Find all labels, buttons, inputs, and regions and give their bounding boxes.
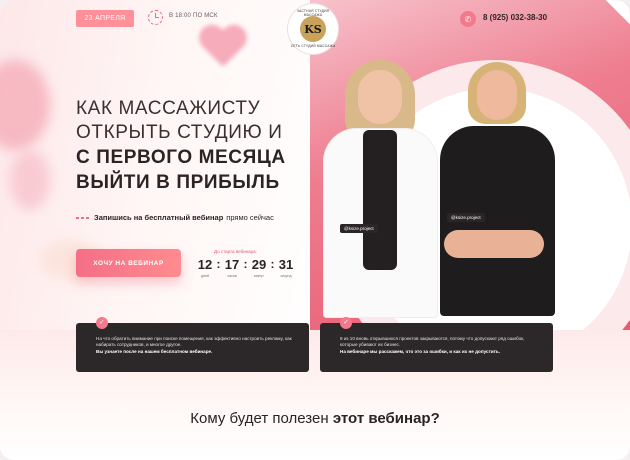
presenter-right-face bbox=[477, 70, 517, 120]
timer-separator: : bbox=[243, 257, 248, 271]
section-title-plain: Кому будет полезен bbox=[190, 410, 329, 427]
presenter-left-face bbox=[358, 70, 402, 124]
balloon-blur bbox=[0, 60, 50, 150]
timer-days-value: 12 bbox=[197, 257, 213, 272]
timer-label: До старта вебинара: bbox=[214, 249, 257, 254]
timer-separator: : bbox=[270, 257, 275, 271]
headline-line-1: КАК МАССАЖИСТУ bbox=[76, 98, 261, 119]
timer-hours: 17 часов bbox=[222, 257, 242, 278]
timer-seconds-value: 31 bbox=[278, 257, 294, 272]
timer-hours-caption: часов bbox=[227, 274, 237, 278]
logo-bottom-text: СЕТЬ СТУДИЙ МАССАЖА bbox=[290, 44, 336, 48]
instagram-tag-right[interactable]: @ksize.project bbox=[447, 213, 485, 222]
headline-line-4: ВЫЙТИ В ПРИБЫЛЬ bbox=[76, 172, 280, 193]
countdown-timer: 12 дней : 17 часов : 29 минут : 31 секун… bbox=[195, 257, 296, 278]
webinar-time: В 18:00 ПО МСК bbox=[169, 13, 218, 19]
info-card-2-text: 9 из 10 вновь открывшихся проектов закры… bbox=[340, 336, 525, 348]
page-curl bbox=[600, 0, 630, 30]
phone-icon[interactable]: ✆ bbox=[460, 11, 476, 27]
date-badge: 23 АПРЕЛЯ bbox=[76, 10, 134, 27]
logo-monogram: KS bbox=[300, 16, 326, 42]
presenter-left-shirt bbox=[363, 130, 397, 270]
presenter-right-arms bbox=[444, 230, 544, 258]
instagram-tag-left[interactable]: @ksize.project bbox=[340, 224, 378, 233]
check-icon: ✓ bbox=[340, 317, 352, 329]
timer-days: 12 дней bbox=[195, 257, 215, 278]
timer-separator: : bbox=[216, 257, 221, 271]
timer-minutes-value: 29 bbox=[251, 257, 267, 272]
check-icon: ✓ bbox=[96, 317, 108, 329]
phone-number[interactable]: 8 (925) 032-38-30 bbox=[483, 13, 547, 22]
headline-line-2: ОТКРЫТЬ СТУДИЮ И bbox=[76, 122, 283, 143]
signup-prompt: Запишись на бесплатный вебинар прямо сей… bbox=[76, 213, 274, 222]
info-card-2-bold: На вебинаре мы расскажем, что это за оши… bbox=[340, 348, 501, 354]
info-card-1-bold: Вы узнаете после на нашем бесплатном веб… bbox=[96, 348, 213, 354]
info-card-2: ✓ 9 из 10 вновь открывшихся проектов зак… bbox=[320, 317, 553, 372]
join-webinar-button[interactable]: ХОЧУ НА ВЕБИНАР bbox=[76, 249, 181, 277]
heart-balloon-icon bbox=[198, 26, 248, 70]
signup-prompt-rest: прямо сейчас bbox=[226, 213, 274, 222]
brand-logo[interactable]: ЧАСТНАЯ СТУДИЯ МАССАЖА KS СЕТЬ СТУДИЙ МА… bbox=[288, 4, 338, 54]
signup-prompt-bold: Запишись на бесплатный вебинар bbox=[94, 213, 224, 222]
timer-seconds: 31 секунд bbox=[276, 257, 296, 278]
headline-line-3: С ПЕРВОГО МЕСЯЦА bbox=[76, 147, 286, 168]
timer-minutes: 29 минут bbox=[249, 257, 269, 278]
info-card-1: ✓ На что обратить внимание при поиске по… bbox=[76, 317, 309, 372]
timer-minutes-caption: минут bbox=[254, 274, 264, 278]
section-title-bold: этот вебинар? bbox=[332, 410, 440, 427]
section-title: Кому будет полезен этот вебинар? bbox=[0, 410, 630, 427]
timer-hours-value: 17 bbox=[224, 257, 240, 272]
balloon-blur bbox=[10, 150, 50, 210]
clock-icon bbox=[148, 10, 163, 25]
timer-days-caption: дней bbox=[201, 274, 209, 278]
landing-page: 23 АПРЕЛЯ В 18:00 ПО МСК ЧАСТНАЯ СТУДИЯ … bbox=[0, 0, 630, 460]
dash-icon bbox=[76, 216, 90, 219]
timer-seconds-caption: секунд bbox=[280, 274, 292, 278]
info-card-1-text: На что обратить внимание при поиске поме… bbox=[96, 336, 292, 348]
